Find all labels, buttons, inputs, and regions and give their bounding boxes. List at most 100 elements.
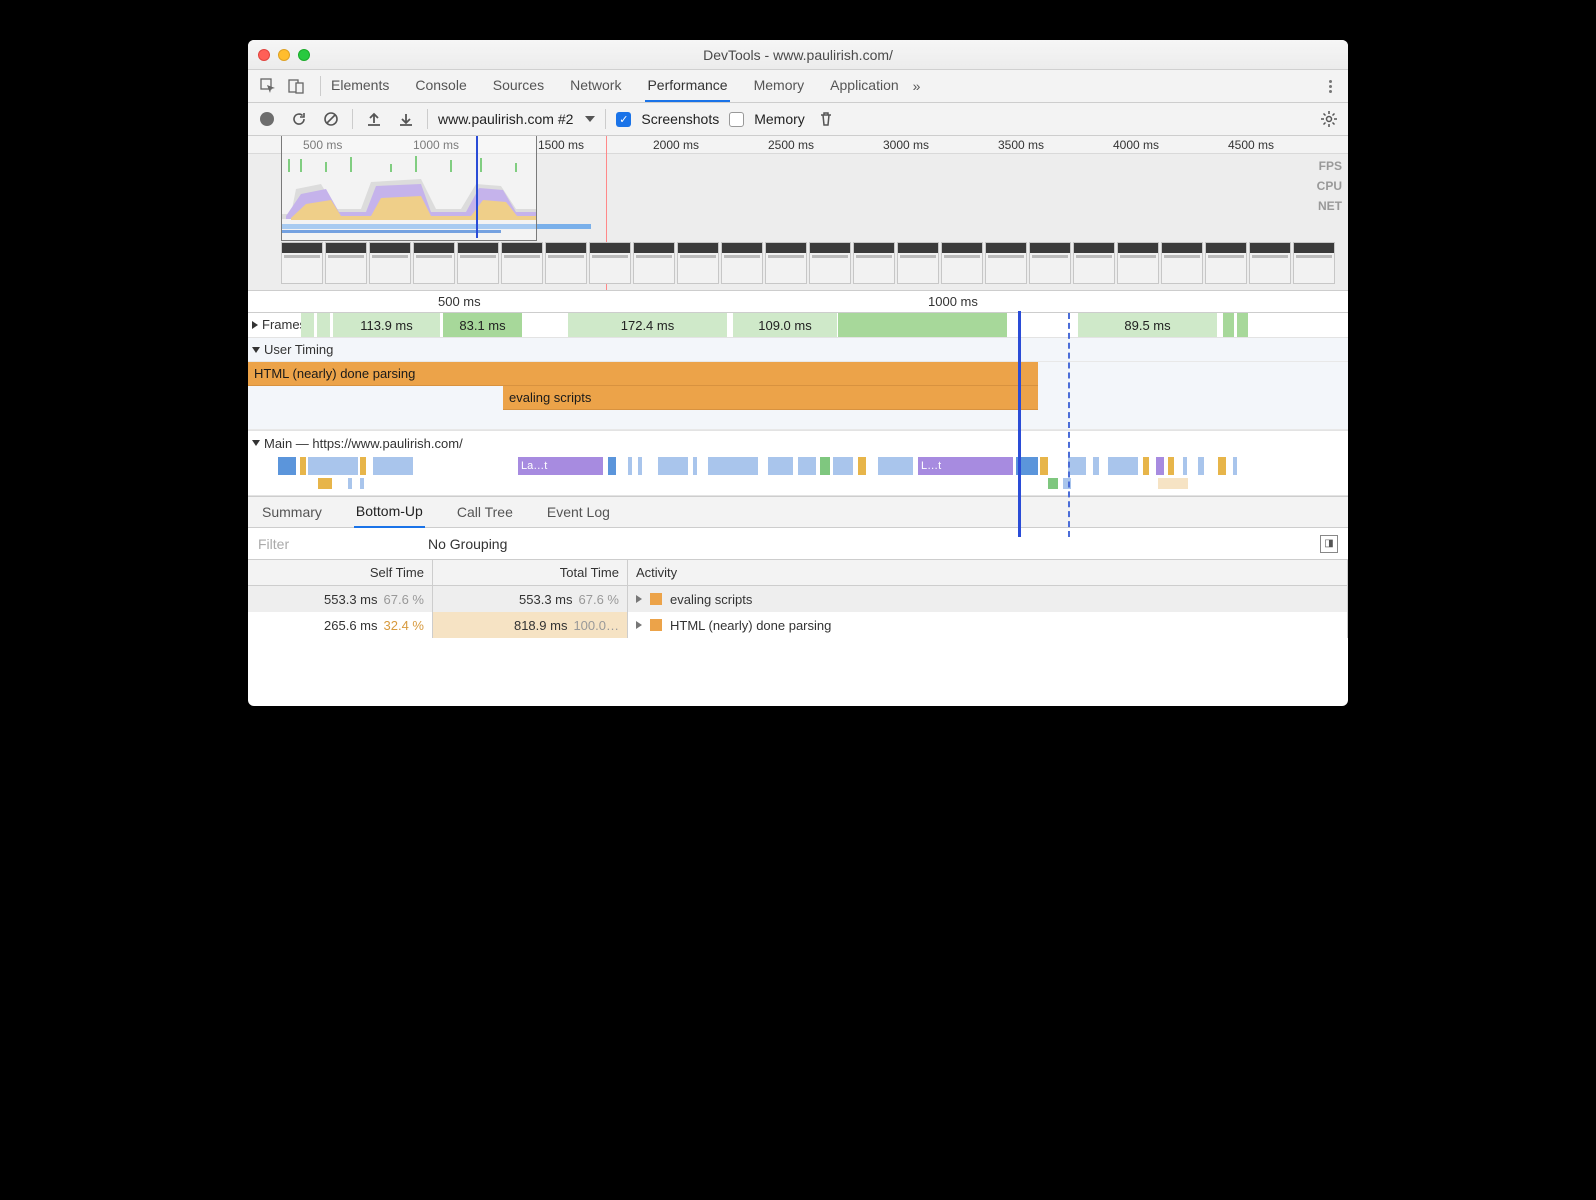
screenshot-thumb[interactable] [1293,242,1335,284]
tab-network[interactable]: Network [568,70,623,102]
overview-lane-labels: FPS CPU NET [1317,156,1342,216]
screenshot-thumb[interactable] [1249,242,1291,284]
window-title: DevTools - www.paulirish.com/ [248,47,1348,63]
memory-label: Memory [754,111,805,127]
garbage-collect-icon[interactable] [815,108,837,130]
window-controls [258,49,310,61]
col-self-time[interactable]: Self Time [248,560,433,585]
table-row[interactable]: 265.6 ms32.4 %818.9 ms100.0…HTML (nearly… [248,612,1348,638]
tabs-overflow-icon[interactable]: » [911,71,923,101]
reload-button[interactable] [288,108,310,130]
screenshot-thumb[interactable] [589,242,631,284]
screenshot-thumb[interactable] [853,242,895,284]
tab-memory[interactable]: Memory [752,70,807,102]
screenshot-thumb[interactable] [457,242,499,284]
overview-selection[interactable] [281,136,537,241]
screenshot-thumb[interactable] [413,242,455,284]
frame-block[interactable] [1223,313,1235,337]
frame-block[interactable]: 89.5 ms [1078,313,1218,337]
tab-elements[interactable]: Elements [329,70,391,102]
perf-toolbar: www.paulirish.com #2 ✓ Screenshots Memor… [248,103,1348,136]
screenshot-thumb[interactable] [677,242,719,284]
col-total-time[interactable]: Total Time [433,560,628,585]
details-table-body: 553.3 ms67.6 %553.3 ms67.6 %evaling scri… [248,586,1348,706]
ov-tick: 3500 ms [998,138,1044,152]
screenshot-thumb[interactable] [1205,242,1247,284]
frames-track[interactable]: Frames 113.9 ms83.1 ms172.4 ms109.0 ms89… [248,313,1348,338]
tab-sources[interactable]: Sources [491,70,546,102]
panel-tabstrip: Elements Console Sources Network Perform… [248,70,1348,103]
recording-select[interactable]: www.paulirish.com #2 [438,111,595,127]
dtab-summary[interactable]: Summary [260,497,324,527]
expand-icon[interactable] [252,321,258,329]
screenshot-thumb[interactable] [941,242,983,284]
save-profile-icon[interactable] [395,108,417,130]
screenshot-thumb[interactable] [897,242,939,284]
dtab-call-tree[interactable]: Call Tree [455,497,515,527]
col-activity[interactable]: Activity [628,560,1348,585]
screenshot-thumb[interactable] [1117,242,1159,284]
tab-console[interactable]: Console [413,70,468,102]
toggle-sidebar-icon[interactable]: ◨ [1320,535,1338,553]
frame-block[interactable] [301,313,315,337]
dtab-bottom-up[interactable]: Bottom-Up [354,496,425,528]
ov-tick: 2000 ms [653,138,699,152]
memory-checkbox[interactable] [729,112,744,127]
device-toolbar-icon[interactable] [284,74,308,98]
screenshot-thumb[interactable] [633,242,675,284]
collapse-icon[interactable] [252,347,260,353]
timeline-overview[interactable]: 500 ms 1000 ms 1500 ms 2000 ms 2500 ms 3… [248,136,1348,291]
zoom-icon[interactable] [298,49,310,61]
user-timing-track[interactable]: User Timing HTML (nearly) done parsingev… [248,338,1348,431]
recording-select-value: www.paulirish.com #2 [438,111,573,127]
screenshot-thumb[interactable] [369,242,411,284]
grouping-select[interactable]: No Grouping [428,536,537,552]
dtab-event-log[interactable]: Event Log [545,497,612,527]
user-timing-bar[interactable]: evaling scripts [503,386,1038,410]
collapse-icon[interactable] [252,440,260,446]
frame-block[interactable] [1237,313,1249,337]
screenshots-checkbox[interactable]: ✓ [616,112,631,127]
user-timing-header[interactable]: User Timing [248,338,1348,362]
main-header[interactable]: Main — https://www.paulirish.com/ [248,431,1348,455]
user-timing-bar[interactable]: HTML (nearly) done parsing [248,362,1038,386]
main-flame-row-1[interactable]: La…t L…t [278,455,1348,477]
frame-block[interactable] [838,313,1008,337]
screenshot-thumb[interactable] [325,242,367,284]
inspect-element-icon[interactable] [256,74,280,98]
table-row[interactable]: 553.3 ms67.6 %553.3 ms67.6 %evaling scri… [248,586,1348,612]
screenshot-thumb[interactable] [281,242,323,284]
screenshot-thumb[interactable] [501,242,543,284]
frame-block[interactable] [317,313,331,337]
settings-icon[interactable] [1318,108,1340,130]
screenshot-thumb[interactable] [545,242,587,284]
frame-block[interactable]: 113.9 ms [333,313,441,337]
screenshot-thumb[interactable] [1161,242,1203,284]
close-icon[interactable] [258,49,270,61]
screenshot-thumb[interactable] [1073,242,1115,284]
screenshot-thumb[interactable] [1029,242,1071,284]
detail-ruler[interactable]: 500 ms 1000 ms ··· [248,291,1348,313]
frame-block[interactable]: 109.0 ms [733,313,838,337]
record-button[interactable] [256,108,278,130]
clear-button[interactable] [320,108,342,130]
screenshot-thumb[interactable] [765,242,807,284]
main-flame-row-2[interactable] [278,477,1348,491]
minimize-icon[interactable] [278,49,290,61]
screenshot-thumb[interactable] [721,242,763,284]
frame-block[interactable]: 83.1 ms [443,313,523,337]
tab-performance[interactable]: Performance [645,70,729,102]
filter-input[interactable] [258,536,408,552]
main-label: Main — https://www.paulirish.com/ [264,436,463,451]
screenshot-thumb[interactable] [809,242,851,284]
overview-screenshots [281,242,1348,290]
more-options-icon[interactable] [1320,80,1340,93]
main-track[interactable]: Main — https://www.paulirish.com/ La…t L… [248,431,1348,496]
load-profile-icon[interactable] [363,108,385,130]
frame-block[interactable]: 172.4 ms [568,313,728,337]
tab-application[interactable]: Application [828,70,901,102]
ov-tick: 4500 ms [1228,138,1274,152]
titlebar: DevTools - www.paulirish.com/ [248,40,1348,70]
cpu-label: CPU [1317,176,1342,196]
screenshot-thumb[interactable] [985,242,1027,284]
